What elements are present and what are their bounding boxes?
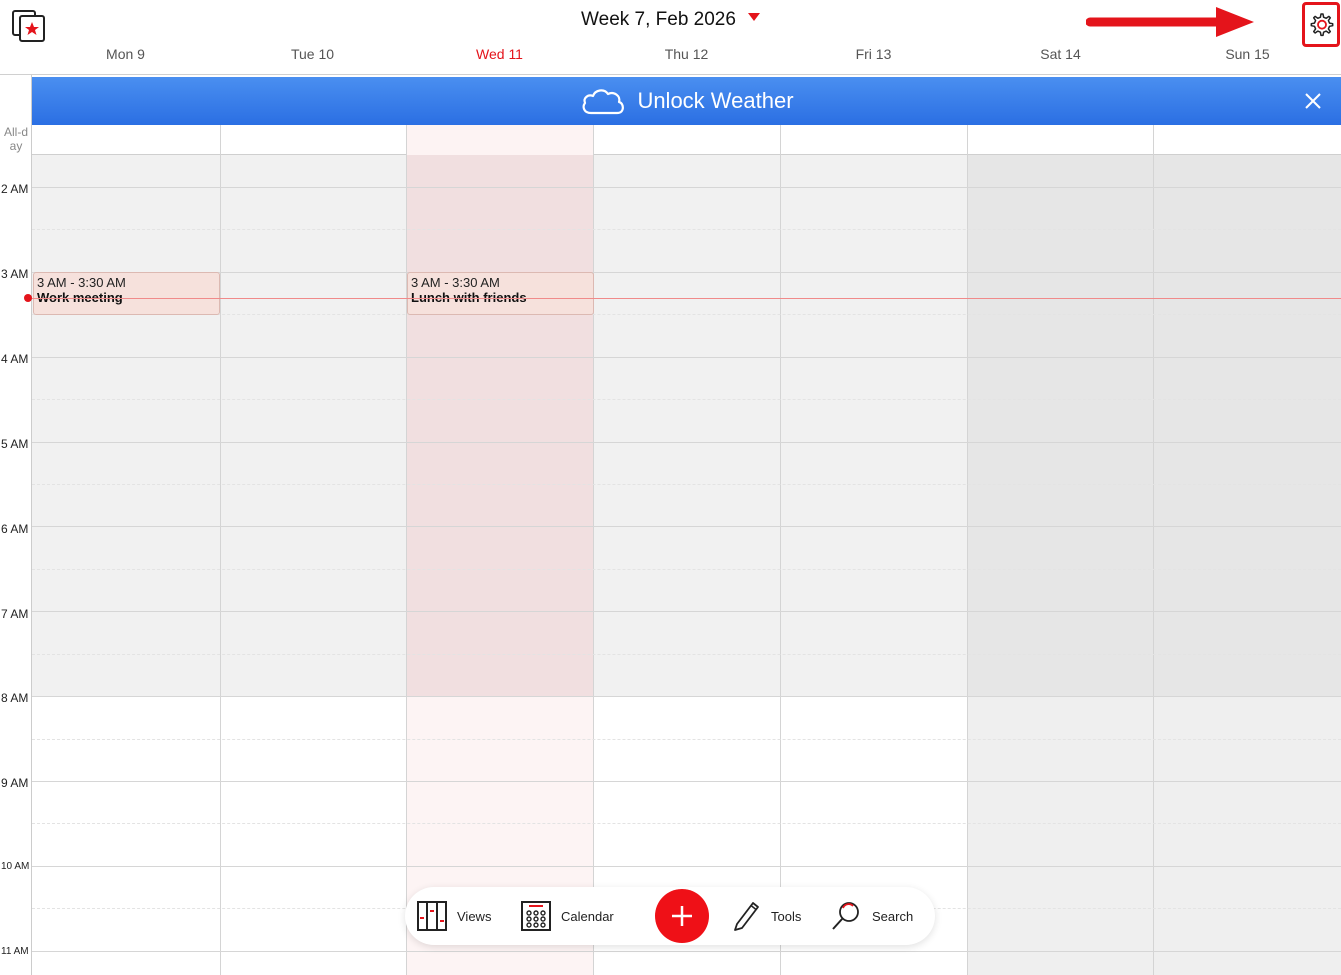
search-label: Search [872,908,914,924]
calendar-grid[interactable] [32,155,1341,975]
hour-line [32,611,1341,612]
current-time-line [32,298,1341,299]
tools-button[interactable]: Tools [731,899,801,933]
unlock-weather-banner[interactable]: Unlock Weather [32,77,1341,125]
views-button[interactable]: Views [417,899,491,933]
hour-line [32,951,1341,952]
weekend-shade [967,155,1341,697]
allday-label: All-day [0,125,32,153]
calendar-label: Calendar [561,908,614,924]
hour-label: 9 AM [1,776,29,790]
bottom-toolbar: Views Calendar Tools Search [405,887,935,945]
hour-label: 8 AM [1,691,29,705]
hour-label: 2 AM [1,182,29,196]
hour-line [32,187,1341,188]
hour-label: 11 AM [1,946,29,957]
pencil-icon [734,902,759,931]
hour-label: 4 AM [1,352,29,366]
day-header-wed[interactable]: Wed 11 [406,46,593,62]
hour-line [32,442,1341,443]
event-time: 3 AM - 3:30 AM [37,275,126,290]
week-title-label: Week 7, Feb 2026 [581,9,736,30]
plus-icon [672,906,692,926]
hour-line [32,866,1341,867]
day-header-fri[interactable]: Fri 13 [780,46,967,62]
column-divider [593,125,594,975]
event-lunch-with-friends[interactable]: 3 AM - 3:30 AM Lunch with friends [407,272,594,315]
columns-icon [417,901,447,931]
current-time-dot [24,294,32,302]
annotation-arrow [1086,7,1254,37]
half-hour-line [32,399,1341,400]
allday-row[interactable] [32,125,1341,155]
cloud-icon [583,89,625,115]
hour-line [32,526,1341,527]
hour-label: 6 AM [1,522,29,536]
chevron-down-icon [747,12,760,21]
calendar-grid-icon [521,901,551,931]
hour-line [32,696,1341,697]
header-bar: Week 7, Feb 2026 Mon 9 Tue 10 Wed 11 Thu… [0,0,1341,75]
column-divider [780,125,781,975]
half-hour-line [32,229,1341,230]
hour-label: 10 AM [1,861,30,872]
half-hour-line [32,484,1341,485]
event-time: 3 AM - 3:30 AM [411,275,500,290]
hour-line [32,272,1341,273]
views-label: Views [457,908,492,924]
day-header-sat[interactable]: Sat 14 [967,46,1154,62]
calendar-button[interactable]: Calendar [521,899,614,933]
gear-icon [1310,12,1334,36]
close-icon[interactable] [1303,91,1323,111]
day-header-mon[interactable]: Mon 9 [32,46,219,62]
tools-label: Tools [771,908,802,924]
banner-title: Unlock Weather [637,88,794,113]
allday-label-text: All-day [3,125,28,153]
half-hour-line [32,654,1341,655]
column-divider [1153,125,1154,975]
column-divider [220,125,221,975]
today-column-shade [406,155,593,697]
hour-line [32,357,1341,358]
hour-label: 5 AM [1,437,29,451]
hour-label: 3 AM [1,267,29,281]
add-event-button[interactable] [655,889,709,943]
event-work-meeting[interactable]: 3 AM - 3:30 AM Work meeting [33,272,220,315]
column-divider [406,125,407,975]
search-icon [832,902,859,930]
half-hour-line [32,314,1341,315]
half-hour-line [32,739,1341,740]
day-header-thu[interactable]: Thu 12 [593,46,780,62]
half-hour-line [32,569,1341,570]
hour-label: 7 AM [1,607,29,621]
allday-today-cell[interactable] [406,125,593,155]
day-header-tue[interactable]: Tue 10 [219,46,406,62]
hour-line [32,781,1341,782]
column-divider [967,125,968,975]
day-header-sun[interactable]: Sun 15 [1154,46,1341,62]
settings-button[interactable] [1302,2,1340,47]
half-hour-line [32,823,1341,824]
search-button[interactable]: Search [830,899,913,933]
